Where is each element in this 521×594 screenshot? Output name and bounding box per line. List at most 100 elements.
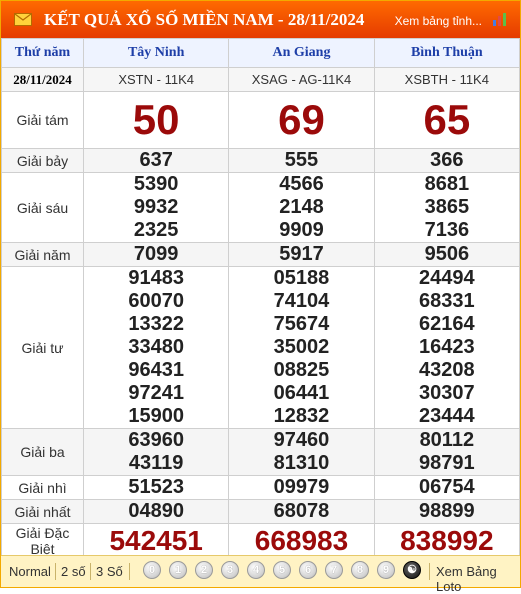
view-loto-table-link[interactable]: Xem Bảng Loto — [436, 564, 520, 594]
province-code-row: 28/11/2024 XSTN - 11K4 XSAG - AG-11K4 XS… — [1, 67, 521, 92]
digit-2-button[interactable]: 2 — [195, 561, 213, 579]
prize-cell: 65 — [373, 91, 521, 149]
winning-number: 5917 — [279, 243, 324, 265]
province-name[interactable]: Tây Ninh — [82, 38, 230, 68]
winning-number: 50 — [132, 96, 180, 143]
winning-number: 97460 — [273, 429, 330, 451]
winning-number: 51523 — [128, 476, 184, 498]
province-code: XSBTH - 11K4 — [373, 67, 521, 92]
prize-label: Giải ba — [1, 428, 84, 476]
prize-cell: 8681 3865 7136 — [373, 172, 521, 243]
digit-1-button[interactable]: 1 — [169, 561, 187, 579]
winning-number: 96431 — [128, 359, 184, 381]
prize-cell: 68078 — [228, 499, 375, 524]
winning-number: 98791 — [419, 452, 475, 474]
digit-0-button[interactable]: 0 — [143, 561, 161, 579]
loto-toolbar: Normal 2 số 3 Số 0 1 2 3 4 5 6 7 8 9 ☯ X… — [1, 555, 520, 594]
prize-cell: 98899 — [373, 499, 521, 524]
divider — [129, 563, 130, 580]
winning-number: 60070 — [128, 290, 184, 312]
view-province-table-link[interactable]: Xem bảng tỉnh... — [395, 14, 482, 28]
prize-cell: 9506 — [373, 242, 521, 267]
prize-label: Giải nhì — [1, 475, 84, 500]
prize-row: Giải ba 63960 43119 97460 81310 80112 98791 — [1, 428, 521, 476]
digit-7-button[interactable]: 7 — [325, 561, 343, 579]
prize-cell: 4566 2148 9909 — [228, 172, 375, 243]
winning-number: 16423 — [419, 336, 475, 358]
prize-cell: 5917 — [228, 242, 375, 267]
prize-cell: 06754 — [373, 475, 521, 500]
winning-number: 91483 — [128, 267, 184, 289]
winning-number: 06441 — [273, 382, 330, 404]
province-name[interactable]: Bình Thuận — [373, 38, 521, 68]
prize-cell: 668983 — [228, 523, 375, 559]
winning-number: 2148 — [279, 196, 324, 218]
prize-label: Giải Đặc Biệt — [1, 523, 84, 559]
winning-number: 69 — [278, 96, 325, 143]
prize-row: Giải tám 50 69 65 — [1, 91, 521, 149]
lottery-results-widget: KẾT QUẢ XỔ SỐ MIỀN NAM - 28/11/2024 Xem … — [0, 0, 521, 594]
prize-row: Giải nhất 04890 68078 98899 — [1, 499, 521, 524]
prize-cell: 09979 — [228, 475, 375, 500]
prize-cell: 05188 74104 75674 35002 08825 06441 12832 — [228, 266, 375, 429]
winning-number: 4566 — [279, 173, 324, 195]
yin-yang-icon[interactable]: ☯ — [403, 561, 421, 579]
prize-row: Giải nhì 51523 09979 06754 — [1, 475, 521, 500]
mode-2-digit-option[interactable]: 2 số — [61, 564, 86, 579]
winning-number: 9909 — [279, 219, 324, 241]
province-code: XSTN - 11K4 — [82, 67, 230, 92]
prize-row: Giải bảy 637 555 366 — [1, 148, 521, 173]
prize-cell: 04890 — [82, 499, 230, 524]
weekday-label: Thứ năm — [1, 38, 84, 68]
prize-label: Giải tám — [1, 91, 84, 149]
winning-number: 68078 — [273, 500, 330, 522]
prize-row: Giải năm 7099 5917 9506 — [1, 242, 521, 267]
bar-chart-icon[interactable] — [492, 12, 510, 26]
winning-number: 68331 — [419, 290, 475, 312]
prize-cell: 97460 81310 — [228, 428, 375, 476]
prize-cell: 5390 9932 2325 — [82, 172, 230, 243]
winning-number: 12832 — [273, 405, 330, 427]
winning-number: 2325 — [133, 219, 179, 241]
digit-8-button[interactable]: 8 — [351, 561, 369, 579]
winning-number: 9932 — [133, 196, 179, 218]
winning-number: 04890 — [128, 500, 184, 522]
winning-number: 43208 — [419, 359, 475, 381]
digit-3-button[interactable]: 3 — [221, 561, 239, 579]
prize-label: Giải tư — [1, 266, 84, 429]
prize-cell: 91483 60070 13322 33480 96431 97241 15900 — [82, 266, 230, 429]
winning-number: 838992 — [400, 525, 494, 556]
winning-number: 75674 — [273, 313, 330, 335]
winning-number: 13322 — [128, 313, 184, 335]
prize-cell: 63960 43119 — [82, 428, 230, 476]
digit-4-button[interactable]: 4 — [247, 561, 265, 579]
prize-cell: 80112 98791 — [373, 428, 521, 476]
prize-row: Giải sáu 5390 9932 2325 4566 2148 9909 8681 3865… — [1, 172, 521, 243]
prize-label: Giải nhất — [1, 499, 84, 524]
winning-number: 7136 — [424, 219, 470, 241]
province-name[interactable]: An Giang — [228, 38, 375, 68]
winning-number: 81310 — [273, 452, 330, 474]
winning-number: 06754 — [419, 476, 475, 498]
prize-cell: 24494 68331 62164 16423 43208 30307 23444 — [373, 266, 521, 429]
winning-number: 63960 — [128, 429, 184, 451]
winning-number: 3865 — [424, 196, 470, 218]
winning-number: 8681 — [424, 173, 470, 195]
mail-icon — [14, 13, 32, 26]
province-header-row: Thứ năm Tây Ninh An Giang Bình Thuận — [1, 38, 521, 68]
winning-number: 7099 — [133, 243, 179, 265]
winning-number: 24494 — [419, 267, 475, 289]
prize-label: Giải năm — [1, 242, 84, 267]
winning-number: 98899 — [419, 500, 475, 522]
mode-normal-option[interactable]: Normal — [9, 564, 51, 579]
province-code: XSAG - AG-11K4 — [228, 67, 375, 92]
results-table: Thứ năm Tây Ninh An Giang Bình Thuận 28/… — [1, 38, 521, 559]
winning-number: 542451 — [109, 525, 203, 556]
digit-9-button[interactable]: 9 — [377, 561, 395, 579]
digit-6-button[interactable]: 6 — [299, 561, 317, 579]
winning-number: 668983 — [254, 525, 349, 556]
winning-number: 5390 — [133, 173, 179, 195]
page-title: KẾT QUẢ XỔ SỐ MIỀN NAM - 28/11/2024 — [44, 10, 365, 29]
digit-5-button[interactable]: 5 — [273, 561, 291, 579]
mode-3-digit-option[interactable]: 3 Số — [96, 564, 123, 579]
